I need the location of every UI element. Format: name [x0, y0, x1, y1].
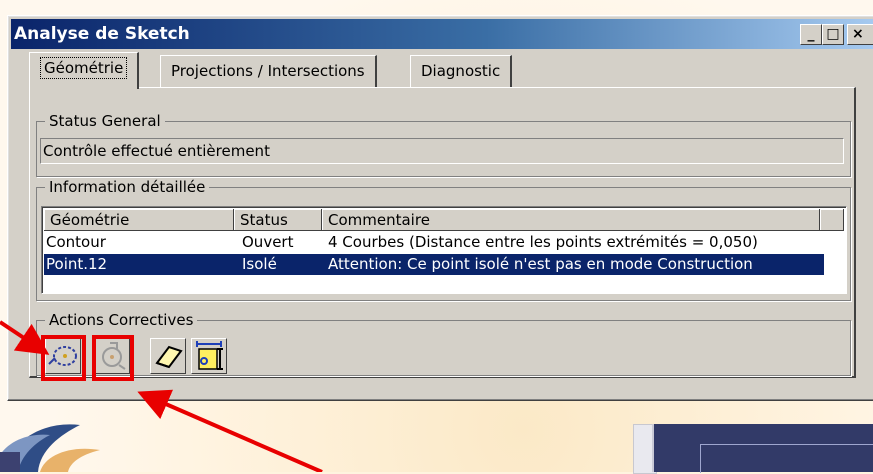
close-button[interactable]: ×: [847, 24, 873, 45]
cell-status: Ouvert: [242, 233, 294, 251]
desktop-corner-fragment: [0, 452, 20, 472]
cell-comment: 4 Courbes (Distance entre les points ext…: [328, 233, 758, 251]
list-row[interactable]: Contour Ouvert 4 Courbes (Distance entre…: [44, 232, 824, 253]
eraser-button[interactable]: [150, 338, 186, 374]
cell-geometry: Contour: [46, 233, 106, 251]
minimize-icon: _: [807, 26, 815, 42]
maximize-button[interactable]: □: [822, 24, 844, 45]
column-header-filler: [820, 209, 844, 231]
highlight-box: [41, 335, 86, 381]
tab-label: Géométrie: [40, 57, 128, 79]
window-title: Analyse de Sketch: [14, 24, 190, 44]
list-row-selected[interactable]: Point.12 Isolé Attention: Ce point isolé…: [44, 254, 824, 275]
column-header-geometry[interactable]: Géométrie: [44, 209, 234, 231]
tab-label: Projections / Intersections: [171, 62, 365, 80]
dimension-constraint-button[interactable]: [191, 338, 227, 374]
background-viewer-frame: [700, 444, 873, 473]
title-bar[interactable]: Analyse de Sketch _ □ ×: [11, 19, 873, 49]
minimize-button[interactable]: _: [800, 24, 822, 45]
column-header-status[interactable]: Status: [234, 209, 322, 231]
tab-label: Diagnostic: [421, 62, 501, 80]
status-general-value: Contrôle effectué entièrement: [40, 138, 844, 164]
tab-geometrie[interactable]: Géométrie: [29, 52, 140, 89]
tab-projections-intersections[interactable]: Projections / Intersections: [160, 55, 377, 88]
dimension-constraint-icon: [196, 341, 223, 370]
corrective-actions-legend: Actions Correctives: [45, 311, 198, 329]
highlight-box: [92, 335, 134, 381]
status-general-group: Status General Contrôle effectué entière…: [36, 112, 851, 177]
eraser-icon: [155, 345, 183, 369]
cell-status: Isolé: [242, 255, 277, 273]
geometry-list[interactable]: Géométrie Status Commentaire Contour Ouv…: [41, 206, 847, 294]
maximize-icon: □: [826, 26, 840, 42]
tab-diagnostic[interactable]: Diagnostic: [410, 55, 513, 88]
status-general-legend: Status General: [45, 112, 165, 130]
cell-geometry: Point.12: [46, 255, 108, 273]
column-header-comment[interactable]: Commentaire: [322, 209, 820, 231]
cell-comment: Attention: Ce point isolé n'est pas en m…: [328, 255, 753, 273]
detailed-info-group: Information détaillée Géométrie Status C…: [36, 178, 851, 301]
close-icon: ×: [852, 26, 864, 42]
detailed-info-legend: Information détaillée: [45, 178, 210, 196]
